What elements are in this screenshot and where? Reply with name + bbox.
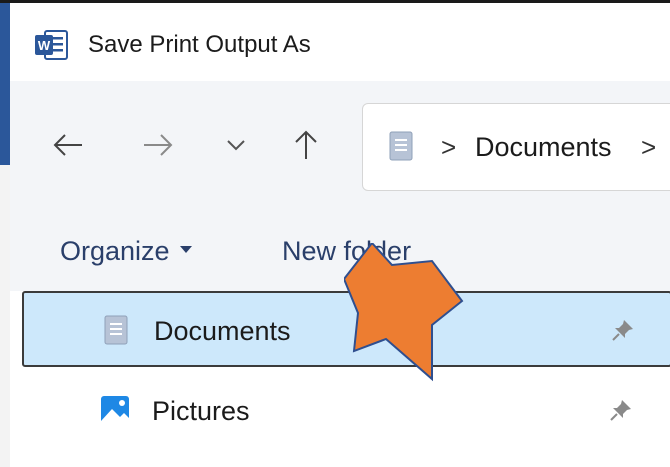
documents-icon <box>104 315 128 345</box>
pin-icon[interactable] <box>608 397 634 423</box>
documents-icon <box>389 131 413 161</box>
annotation-arrow-icon <box>344 243 464 382</box>
arrow-up-icon <box>295 130 317 159</box>
breadcrumb-documents[interactable]: Documents <box>475 130 612 164</box>
window-title: Save Print Output As <box>88 31 311 58</box>
address-bar[interactable]: > Documents > <box>362 103 670 191</box>
title-bar: W Save Print Output As <box>10 3 670 81</box>
nav-item-label: Documents <box>154 316 291 346</box>
organize-button[interactable]: Organize <box>60 231 192 271</box>
breadcrumb-separator-trailing[interactable]: > <box>641 130 656 164</box>
chevron-down-icon <box>227 140 245 151</box>
breadcrumb-separator: > <box>441 132 457 162</box>
word-icon-letter: W <box>38 38 51 53</box>
up-button[interactable] <box>286 125 326 165</box>
recent-locations-button[interactable] <box>216 125 256 165</box>
arrow-right-icon <box>144 134 173 156</box>
background-word-ribbon-edge <box>0 0 10 165</box>
pictures-icon <box>101 396 129 424</box>
pin-icon[interactable] <box>610 317 636 343</box>
navigation-bar: > Documents > <box>10 81 670 211</box>
forward-button[interactable] <box>138 125 178 165</box>
save-dialog: W Save Print Output As > Documents > Org… <box>10 3 670 467</box>
word-icon: W <box>35 29 69 61</box>
nav-item-pictures[interactable]: Pictures <box>22 373 670 449</box>
organize-label: Organize <box>60 236 170 266</box>
caret-down-icon <box>179 246 192 254</box>
navigation-pane: Documents Pictures <box>10 291 670 467</box>
nav-item-label: Pictures <box>152 396 250 426</box>
back-button[interactable] <box>48 125 88 165</box>
arrow-left-icon <box>53 134 82 156</box>
command-bar: Organize New folder <box>10 211 670 291</box>
